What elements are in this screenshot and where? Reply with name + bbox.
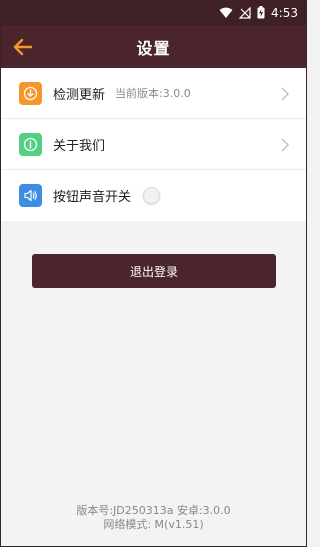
settings-list: 检测更新 当前版本:3.0.0 关于我们 按钮声音开关 [1,68,306,221]
battery-charging-icon [257,6,265,19]
signal-off-icon [239,6,251,19]
settings-item-check-update[interactable]: 检测更新 当前版本:3.0.0 [1,68,306,119]
settings-item-about[interactable]: 关于我们 [1,119,306,170]
version-footer: 版本号:JD250313a 安卓:3.0.0 网络模式: M(v1.51) [1,504,306,532]
speaker-icon [19,184,42,207]
wifi-icon [219,7,233,19]
info-circle-icon [19,132,42,156]
chevron-right-icon [281,87,290,101]
current-version-text: 当前版本:3.0.0 [115,87,191,100]
button-sound-toggle[interactable] [143,187,161,204]
version-info: 版本号:JD250313a 安卓:3.0.0 [76,504,231,517]
settings-screen: 4:53 设置 检测更新 当前版本:3.0.0 关于我们 按钮声音开关 退出登录… [0,0,307,547]
settings-item-label: 检测更新 [53,87,106,103]
logout-button[interactable]: 退出登录 [32,254,276,288]
download-circle-icon [19,81,42,105]
logout-section: 退出登录 [1,221,306,288]
app-bar: 设置 [1,25,306,68]
status-time: 4:53 [271,5,298,20]
network-mode-info: 网络模式: M(v1.51) [103,518,204,531]
status-bar: 4:53 [1,0,306,25]
page-title: 设置 [136,38,171,58]
chevron-right-icon [281,138,290,152]
back-button[interactable] [11,35,35,59]
settings-item-label: 按钮声音开关 [53,190,132,205]
arrow-left-icon [13,38,33,56]
settings-item-button-sound: 按钮声音开关 [1,170,306,221]
settings-item-label: 关于我们 [53,138,106,154]
